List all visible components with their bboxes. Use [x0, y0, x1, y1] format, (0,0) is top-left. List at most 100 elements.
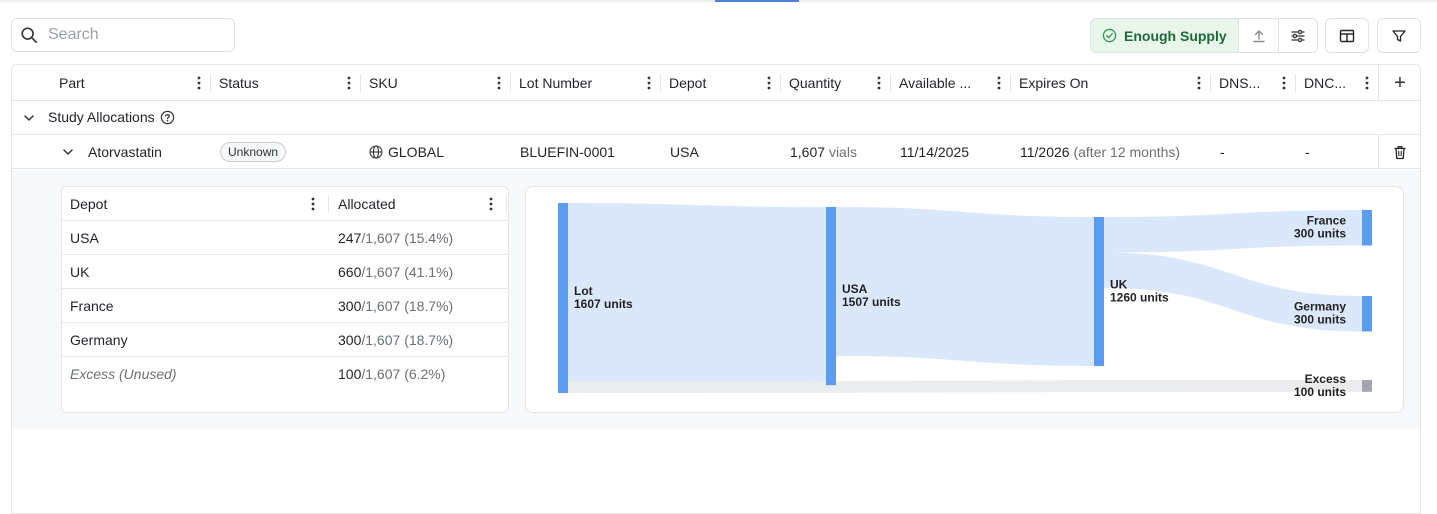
upload-button[interactable] — [1239, 19, 1278, 52]
trash-icon — [1394, 145, 1406, 159]
allocation-depot: UK — [70, 264, 90, 280]
sankey-links — [568, 203, 1362, 393]
column-header-lot-number[interactable]: Lot Number — [510, 65, 660, 101]
search-box[interactable] — [11, 18, 235, 52]
sankey-node-france[interactable] — [1362, 210, 1372, 246]
column-header-dnc[interactable]: DNC... — [1295, 65, 1378, 101]
sankey-link-lot-usa — [568, 203, 826, 386]
sankey-node-label: Excess — [1305, 372, 1347, 386]
help-icon[interactable] — [160, 110, 175, 125]
allocations-header-depot[interactable]: Depot — [70, 187, 107, 221]
sankey-node-lot[interactable] — [558, 203, 568, 393]
group-title: Study Allocations — [48, 109, 175, 125]
column-label: Depot — [669, 75, 707, 91]
allocated-total: /1,607 — [361, 298, 401, 314]
sankey-node-value: 300 units — [1294, 313, 1346, 327]
column-menu-icon[interactable] — [1192, 75, 1206, 91]
cell-expires: 11/2026 (after 12 months) — [1020, 135, 1180, 169]
sankey-node-value: 300 units — [1294, 227, 1346, 241]
supply-toolbar-group: Enough Supply — [1090, 18, 1318, 53]
row-detail-panel: Depot Allocated USA 247/1,607 (15.4%) UK… — [12, 170, 1420, 429]
sku-text: GLOBAL — [388, 144, 445, 160]
column-menu-icon[interactable] — [1277, 75, 1291, 91]
allocation-value: 660/1,607 (41.1%) — [338, 255, 453, 289]
sankey-link-lot-excess — [568, 380, 1362, 393]
column-menu-icon[interactable] — [642, 75, 656, 91]
column-header-depot[interactable]: Depot — [660, 65, 780, 101]
column-divider[interactable] — [506, 195, 507, 213]
allocated-percent: (6.2%) — [404, 366, 446, 382]
column-header-part[interactable]: Part — [50, 65, 210, 101]
allocated-percent: (41.1%) — [404, 264, 454, 280]
allocation-depot: Germany — [70, 332, 128, 348]
sankey-node-value: 100 units — [1294, 385, 1346, 399]
column-label: SKU — [369, 75, 398, 91]
column-header-quantity[interactable]: Quantity — [780, 65, 890, 101]
sankey-chart: Lot1607 units USA1507 units UK1260 units Fr… — [558, 203, 1372, 399]
table-row[interactable]: Atorvastatin Unknown GLOBAL BLUEFIN-0001… — [12, 135, 1420, 169]
allocations-header-allocated[interactable]: Allocated — [338, 187, 396, 221]
allocation-value: 300/1,607 (18.7%) — [338, 323, 453, 357]
allocation-row: France 300/1,607 (18.7%) — [62, 289, 508, 323]
cell-lot-number: BLUEFIN-0001 — [520, 144, 615, 160]
search-input[interactable] — [46, 25, 226, 45]
allocated-amount: 660 — [338, 264, 362, 280]
column-header-available[interactable]: Available ... — [890, 65, 1010, 101]
allocations-table: Depot Allocated USA 247/1,607 (15.4%) UK… — [61, 186, 509, 413]
column-menu-icon[interactable] — [1360, 75, 1374, 91]
supply-status-button[interactable]: Enough Supply — [1091, 19, 1239, 52]
settings-button[interactable] — [1278, 19, 1317, 52]
allocated-total: /1,607 — [361, 366, 401, 382]
chevron-down-icon[interactable] — [23, 112, 35, 124]
column-divider[interactable] — [328, 195, 329, 213]
allocations-header: Depot Allocated — [62, 187, 508, 221]
column-header-expires-on[interactable]: Expires On — [1010, 65, 1210, 101]
column-label: Part — [59, 75, 85, 91]
column-menu-icon[interactable] — [762, 75, 776, 91]
chevron-down-icon[interactable] — [62, 146, 74, 158]
column-header-status[interactable]: Status — [210, 65, 360, 101]
cell-dnc: - — [1305, 144, 1310, 160]
column-menu-icon[interactable] — [192, 75, 206, 91]
allocated-total: /1,607 — [361, 264, 401, 280]
sankey-node-label: Lot — [574, 284, 593, 298]
allocation-row: USA 247/1,607 (15.4%) — [62, 221, 508, 255]
column-header-sku[interactable]: SKU — [360, 65, 510, 101]
cell-part: Atorvastatin — [88, 144, 162, 160]
column-header-dns[interactable]: DNS... — [1210, 65, 1295, 101]
allocated-total: /1,607 — [361, 332, 401, 348]
column-menu-icon[interactable] — [872, 75, 886, 91]
allocated-amount: 100 — [338, 366, 362, 382]
sankey-node-label: France — [1307, 214, 1347, 228]
add-column-button[interactable]: + — [1378, 65, 1420, 101]
column-menu-icon[interactable] — [306, 196, 320, 212]
sankey-node-value: 1260 units — [1110, 290, 1169, 304]
sankey-node-germany[interactable] — [1362, 296, 1372, 332]
data-grid: Part Status SKU Lot Number Depot Quantit… — [11, 64, 1421, 514]
check-circle-icon — [1102, 28, 1117, 43]
column-menu-icon[interactable] — [342, 75, 356, 91]
sankey-node-uk[interactable] — [1094, 217, 1104, 366]
sankey-node-usa[interactable] — [826, 207, 836, 386]
cell-sku: GLOBAL — [369, 135, 444, 169]
columns-layout-button[interactable] — [1325, 18, 1369, 53]
delete-row-button[interactable] — [1378, 135, 1420, 169]
expires-value: 11/2026 — [1020, 144, 1070, 160]
sankey-node-excess[interactable] — [1362, 380, 1372, 392]
allocated-amount: 300 — [338, 298, 362, 314]
filter-button[interactable] — [1377, 18, 1421, 53]
expires-note: (after 12 months) — [1073, 144, 1181, 160]
sankey-node-value: 1507 units — [842, 295, 901, 309]
column-label: DNS... — [1219, 75, 1261, 91]
cell-status: Unknown — [220, 135, 287, 169]
globe-icon — [369, 145, 383, 159]
allocated-amount: 247 — [338, 230, 362, 246]
group-row[interactable]: Study Allocations — [12, 101, 1420, 135]
column-menu-icon[interactable] — [492, 75, 506, 91]
grid-header: Part Status SKU Lot Number Depot Quantit… — [12, 65, 1420, 101]
sankey-node-label: Germany — [1294, 300, 1346, 314]
column-menu-icon[interactable] — [484, 196, 498, 212]
column-menu-icon[interactable] — [992, 75, 1006, 91]
allocation-value: 100/1,607 (6.2%) — [338, 357, 445, 391]
allocated-percent: (18.7%) — [404, 298, 454, 314]
